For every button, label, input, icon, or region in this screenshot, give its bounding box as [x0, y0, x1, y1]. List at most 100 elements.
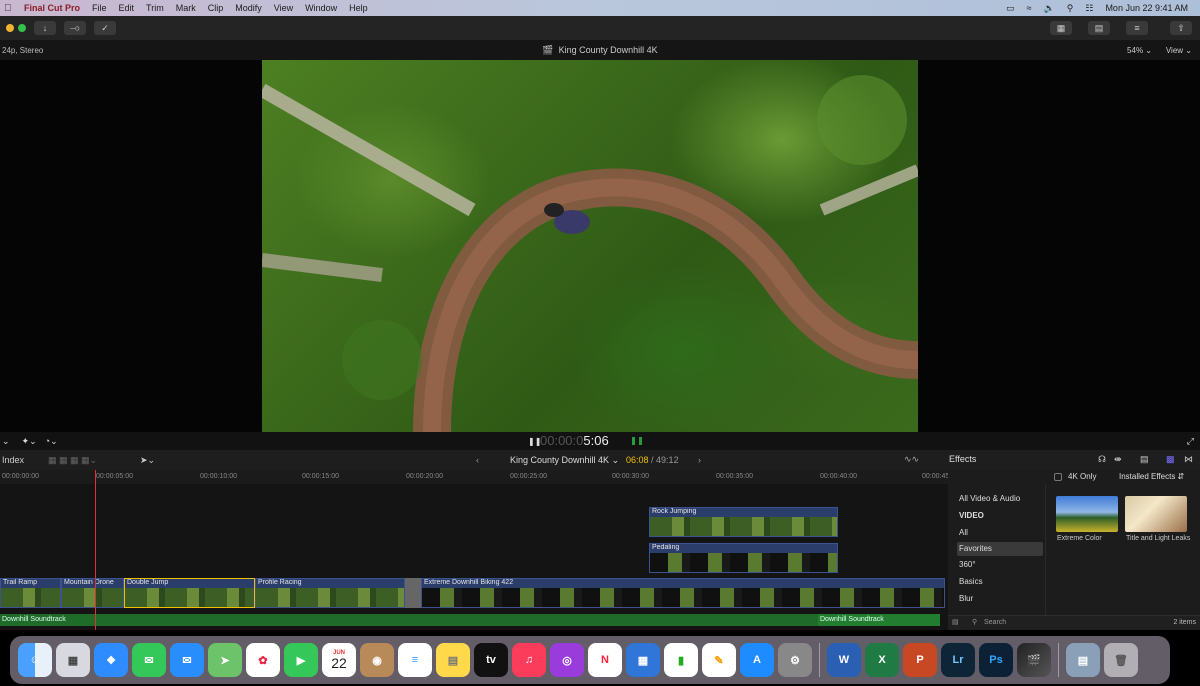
project-menu[interactable]: King County Downhill 4K ⌄	[510, 455, 619, 466]
dock-notes-icon[interactable]: ▤	[436, 643, 470, 677]
control-center-icon[interactable]: ☷	[1085, 3, 1093, 14]
display-icon[interactable]: ▭	[1006, 3, 1015, 14]
dock-pages-icon[interactable]: ✎	[702, 643, 736, 677]
enhance-icon[interactable]: ✦⌄	[22, 436, 37, 447]
dock-excel-icon[interactable]: X	[865, 643, 899, 677]
clip-profile-racing[interactable]: Profile Racing	[255, 578, 405, 608]
dock-keynote-icon[interactable]: ▦	[626, 643, 660, 677]
minimize-window-button[interactable]	[6, 24, 14, 32]
audio-clip-soundtrack[interactable]: Downhill Soundtrack	[0, 614, 940, 626]
menu-bar:  Final Cut Pro File Edit Trim Mark Clip…	[0, 0, 1200, 16]
clip-extreme-downhill-biking[interactable]: Extreme Downhill Biking 422	[421, 578, 945, 608]
category-basics[interactable]: Basics	[957, 575, 1043, 589]
category-favorites[interactable]: Favorites	[957, 542, 1043, 556]
video-frame[interactable]	[262, 60, 918, 432]
dock-mail-icon[interactable]: ✉	[170, 643, 204, 677]
volume-icon[interactable]: 🔈	[1044, 3, 1055, 14]
timeline-toggle-button[interactable]: ▤	[1088, 21, 1110, 35]
transition[interactable]	[405, 578, 421, 608]
zoom-menu[interactable]: 54% ⌄	[1127, 46, 1152, 55]
dock-trash-icon[interactable]: 🗑	[1104, 643, 1138, 677]
dock-calendar-icon[interactable]: JUN 22	[322, 643, 356, 677]
clip-mountain-drone[interactable]: Mountain Drone	[61, 578, 124, 608]
timeline[interactable]: 00:00:00:00 00:00:05:00 00:00:10:00 00:0…	[0, 470, 959, 630]
clip-name: Double Jump	[127, 579, 169, 586]
zoom-window-button[interactable]	[18, 24, 26, 32]
dock-photoshop-icon[interactable]: Ps	[979, 643, 1013, 677]
dock-tv-icon[interactable]: tv	[474, 643, 508, 677]
dock-contacts-icon[interactable]: ◉	[360, 643, 394, 677]
effect-thumb-extreme-color[interactable]	[1056, 496, 1118, 532]
connected-clip-pedaling[interactable]: Pedaling	[649, 543, 838, 573]
waveform-icon[interactable]: ∿∿	[904, 454, 919, 465]
dock-preview-icon[interactable]: ▤	[1066, 643, 1100, 677]
clip-double-jump[interactable]: Double Jump	[124, 578, 255, 608]
transform-menu[interactable]: ⌄	[2, 436, 10, 447]
dock-word-icon[interactable]: W	[827, 643, 861, 677]
dock-facetime-icon[interactable]: ▶	[284, 643, 318, 677]
menu-modify[interactable]: Modify	[229, 3, 268, 13]
menu-view[interactable]: View	[268, 3, 299, 13]
search-input[interactable]: Search	[984, 619, 1006, 626]
apple-icon[interactable]: 	[4, 3, 18, 14]
clip-trail-ramp[interactable]: Trail Ramp	[0, 578, 61, 608]
dock-reminders-icon[interactable]: ≡	[398, 643, 432, 677]
clip-appearance-icons[interactable]: ▦ ▦ ▦ ▦⌄	[48, 455, 97, 466]
connected-clip-rock-jumping[interactable]: Rock Jumping	[649, 507, 838, 537]
inspector-toggle-button[interactable]: ≡	[1126, 21, 1148, 35]
view-menu[interactable]: View ⌄	[1166, 46, 1192, 55]
effect-thumb-title-light-leaks[interactable]	[1125, 496, 1187, 532]
fullscreen-icon[interactable]: ⤢	[1187, 436, 1194, 447]
dock-messages-icon[interactable]: ✉	[132, 643, 166, 677]
dock-system-preferences-icon[interactable]: ⚙	[778, 643, 812, 677]
spotlight-icon[interactable]: ⚲	[1067, 3, 1074, 14]
dock-safari-icon[interactable]: ❖	[94, 643, 128, 677]
menu-help[interactable]: Help	[343, 3, 374, 13]
menu-window[interactable]: Window	[299, 3, 343, 13]
wifi-icon[interactable]: ≈	[1027, 3, 1032, 13]
ruler-tick: 00:00:15:00	[302, 473, 339, 480]
clock[interactable]: Mon Jun 22 9:41 AM	[1105, 3, 1188, 13]
menu-edit[interactable]: Edit	[113, 3, 141, 13]
category-360[interactable]: 360°	[957, 558, 1043, 572]
dock-lightroom-icon[interactable]: Lr	[941, 643, 975, 677]
dock-maps-icon[interactable]: ➤	[208, 643, 242, 677]
clip-name: Trail Ramp	[3, 579, 37, 586]
dock-launchpad-icon[interactable]: ▦	[56, 643, 90, 677]
category-all-video-audio[interactable]: All Video & Audio	[957, 492, 1043, 506]
history-back-icon[interactable]: ‹	[476, 455, 479, 465]
category-all[interactable]: All	[957, 526, 1043, 540]
dock-music-icon[interactable]: ♫	[512, 643, 546, 677]
timecode-display[interactable]: 00:00:05:06	[540, 433, 609, 448]
dock-news-icon[interactable]: N	[588, 643, 622, 677]
dock-finder-icon[interactable]: ☺	[18, 643, 52, 677]
background-tasks-button[interactable]: ✓	[94, 21, 116, 35]
audio-clip-soundtrack-end[interactable]: Downhill Soundtrack	[818, 614, 940, 626]
menu-file[interactable]: File	[86, 3, 113, 13]
browser-toggle-button[interactable]: ▦	[1050, 21, 1072, 35]
sidebar-toggle-icon[interactable]: ▤	[952, 618, 959, 626]
dock-numbers-icon[interactable]: ▮	[664, 643, 698, 677]
menu-clip[interactable]: Clip	[202, 3, 230, 13]
dock-final-cut-pro-icon[interactable]: 🎬	[1017, 643, 1051, 677]
dock-powerpoint-icon[interactable]: P	[903, 643, 937, 677]
category-blur[interactable]: Blur	[957, 592, 1043, 606]
dock-photos-icon[interactable]: ✿	[246, 643, 280, 677]
timecode-current: 5:06	[583, 433, 609, 448]
timeline-ruler[interactable]: 00:00:00:00 00:00:05:00 00:00:10:00 00:0…	[0, 470, 959, 484]
playhead[interactable]	[95, 470, 96, 630]
history-forward-icon[interactable]: ›	[698, 455, 701, 465]
arrow-tool-icon[interactable]: ➤⌄	[140, 455, 155, 466]
4k-only-checkbox[interactable]	[1054, 473, 1062, 481]
index-button[interactable]: Index	[2, 455, 24, 465]
dock-podcasts-icon[interactable]: ◎	[550, 643, 584, 677]
keyword-button[interactable]: ⎯⚬	[64, 21, 86, 35]
dock-app-store-icon[interactable]: A	[740, 643, 774, 677]
menu-mark[interactable]: Mark	[170, 3, 202, 13]
speed-icon[interactable]: ◔⌄	[45, 436, 58, 447]
import-button[interactable]: ↓	[34, 21, 56, 35]
menu-trim[interactable]: Trim	[140, 3, 170, 13]
menu-app[interactable]: Final Cut Pro	[18, 3, 86, 13]
share-button[interactable]: ⇧	[1170, 21, 1192, 35]
installed-effects-menu[interactable]: Installed Effects ⇵	[1119, 472, 1184, 481]
